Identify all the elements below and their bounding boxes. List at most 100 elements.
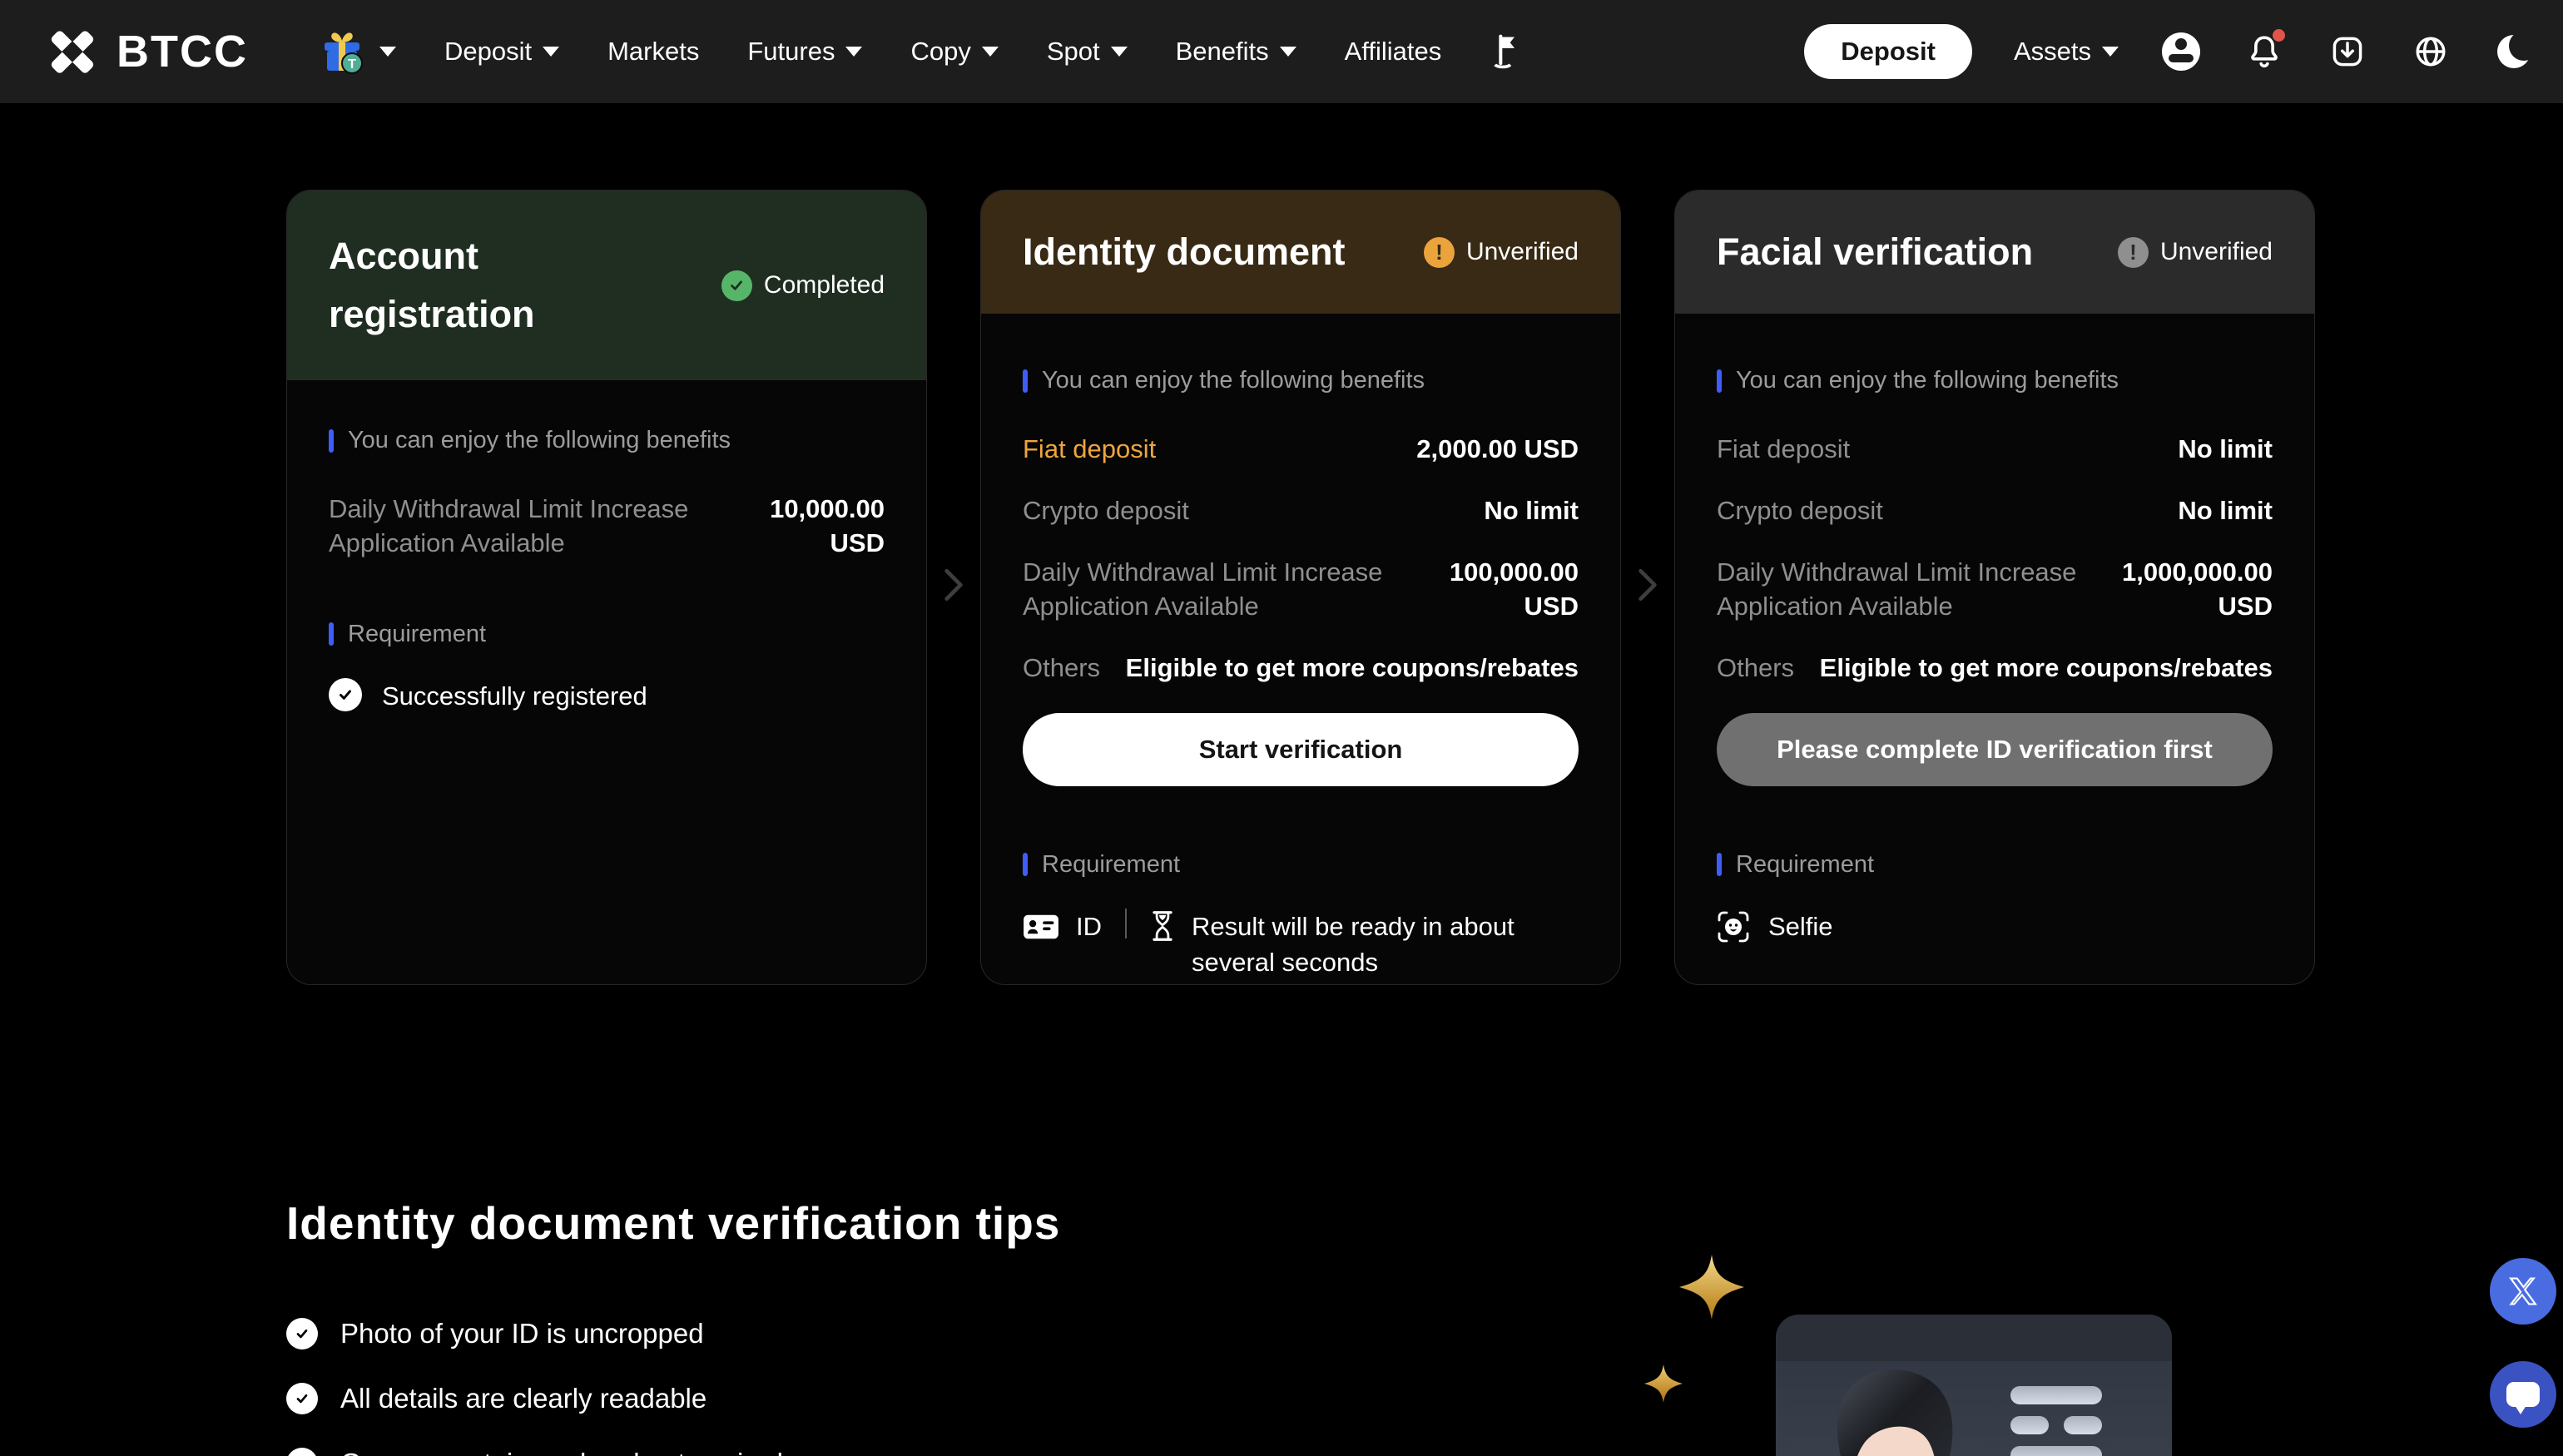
btcc-logo[interactable]: BTCC [47, 26, 248, 77]
nav-item-futures[interactable]: Futures [747, 37, 862, 67]
language-button[interactable] [2410, 31, 2451, 72]
caret-down-icon [845, 47, 862, 57]
chat-support-button[interactable] [2490, 1361, 2556, 1428]
benefit-value: Eligible to get more coupons/rebates [1115, 651, 1579, 686]
sparkle-icon [1644, 1364, 1683, 1403]
tip-text: Photo of your ID is uncropped [340, 1318, 704, 1350]
check-circle-icon [286, 1383, 318, 1414]
assets-menu[interactable]: Assets [2014, 37, 2119, 67]
nav-item-copy[interactable]: Copy [910, 37, 998, 67]
requirement-label-text: Requirement [348, 621, 486, 648]
benefit-label: Crypto deposit [1717, 494, 1883, 528]
card-identity-document: Identity document ! Unverified You can e… [980, 190, 1621, 985]
benefits-label-text: You can enjoy the following benefits [1042, 367, 1425, 394]
tip-text: All details are clearly readable [340, 1383, 706, 1414]
benefits-section-label: You can enjoy the following benefits [1717, 367, 2273, 394]
requirement-label-text: Requirement [1736, 851, 1874, 879]
benefit-label: Others [1717, 651, 1794, 686]
profile-icon [2162, 32, 2200, 71]
check-circle-icon [286, 1448, 318, 1456]
benefit-value: Eligible to get more coupons/rebates [1809, 651, 2273, 686]
nav-item-label: Futures [747, 37, 835, 67]
card-body: You can enjoy the following benefits Fia… [1675, 367, 2314, 944]
id-text-line [2064, 1416, 2102, 1434]
accent-bar [1717, 853, 1722, 876]
milestone-flag-icon[interactable] [1490, 32, 1523, 71]
benefit-label: Crypto deposit [1023, 494, 1189, 528]
caret-down-icon [379, 47, 396, 57]
nav-item-deposit[interactable]: Deposit [444, 37, 559, 67]
status-label: Unverified [2160, 238, 2273, 266]
benefits-label-text: You can enjoy the following benefits [348, 427, 731, 454]
nav-item-markets[interactable]: Markets [607, 37, 699, 67]
nav-left-group: BTCC T Deposit Markets [47, 26, 1804, 77]
check-circle-icon [329, 678, 362, 711]
sparkle-icon [1679, 1255, 1744, 1320]
download-app-button[interactable] [2327, 31, 2368, 72]
complete-id-first-button[interactable]: Please complete ID verification first [1717, 713, 2273, 786]
top-nav-bar: BTCC T Deposit Markets [0, 0, 2563, 103]
requirement-text: Successfully registered [382, 678, 647, 714]
card-header: Identity document ! Unverified [981, 191, 1620, 314]
benefit-row: Others Eligible to get more coupons/reba… [1717, 651, 2273, 686]
benefit-value: 2,000.00 USD [1171, 433, 1579, 467]
chevron-right-icon[interactable] [1637, 566, 1658, 604]
card-account-registration: Account registration Completed You can e… [286, 190, 927, 985]
nav-item-label: Copy [910, 37, 970, 67]
btcc-x-logo-icon [47, 26, 98, 77]
benefit-label: Fiat deposit [1717, 433, 1850, 467]
neutral-exclamation-icon: ! [2118, 237, 2149, 268]
promo-gift-menu[interactable]: T [318, 27, 396, 76]
accent-bar [1023, 853, 1028, 876]
check-circle-icon [286, 1318, 318, 1350]
svg-text:T: T [348, 57, 356, 72]
brand-name: BTCC [116, 26, 248, 77]
tip-text: Government–issued and not expired [340, 1448, 783, 1456]
status-badge: ! Unverified [1424, 237, 1579, 268]
benefit-value: No limit [1204, 494, 1579, 528]
x-social-button[interactable] [2490, 1258, 2556, 1325]
benefits-list: Fiat deposit 2,000.00 USD Crypto deposit… [1023, 433, 1579, 686]
tips-list: Photo of your ID is uncropped All detail… [286, 1318, 1060, 1456]
card-header: Account registration Completed [287, 191, 926, 380]
benefit-label: Daily Withdrawal Limit Increase Applicat… [1023, 556, 1407, 624]
start-verification-button[interactable]: Start verification [1023, 713, 1579, 786]
nav-item-spot[interactable]: Spot [1047, 37, 1128, 67]
caret-down-icon [2102, 47, 2119, 57]
id-text-line [2010, 1416, 2049, 1434]
status-badge: ! Unverified [2118, 237, 2273, 268]
status-label: Unverified [1466, 238, 1579, 266]
benefit-label: Daily Withdrawal Limit Increase Applicat… [1717, 556, 2101, 624]
benefits-list: Daily Withdrawal Limit Increase Applicat… [329, 493, 885, 561]
card-gap [1621, 190, 1674, 985]
caret-down-icon [1280, 47, 1296, 57]
benefit-label: Others [1023, 651, 1100, 686]
notification-dot [2273, 29, 2285, 42]
benefits-section-label: You can enjoy the following benefits [1023, 367, 1579, 394]
profile-button[interactable] [2160, 31, 2202, 72]
selfie-face-icon [1717, 910, 1750, 943]
nav-item-label: Affiliates [1345, 37, 1442, 67]
requirement-text: Selfie [1768, 909, 1833, 944]
nav-item-label: Deposit [444, 37, 532, 67]
dark-mode-toggle[interactable] [2493, 31, 2535, 72]
benefit-value: No limit [1898, 494, 2273, 528]
requirement-row: Selfie [1717, 909, 2273, 944]
nav-item-affiliates[interactable]: Affiliates [1345, 37, 1442, 67]
assets-label: Assets [2014, 37, 2091, 67]
chevron-right-icon[interactable] [943, 566, 964, 604]
nav-item-label: Benefits [1176, 37, 1269, 67]
caret-down-icon [982, 47, 999, 57]
card-header: Facial verification ! Unverified [1675, 191, 2314, 314]
benefit-row: Others Eligible to get more coupons/reba… [1023, 651, 1579, 686]
verification-cards-row: Account registration Completed You can e… [286, 190, 2315, 985]
benefit-row: Daily Withdrawal Limit Increase Applicat… [1023, 556, 1579, 624]
notifications-button[interactable] [2243, 31, 2285, 72]
nav-item-benefits[interactable]: Benefits [1176, 37, 1296, 67]
accent-bar [329, 429, 334, 453]
benefit-label: Fiat deposit [1023, 433, 1156, 467]
deposit-button[interactable]: Deposit [1804, 24, 1972, 79]
benefits-label-text: You can enjoy the following benefits [1736, 367, 2119, 394]
card-title: Account registration [329, 227, 687, 344]
benefit-row: Daily Withdrawal Limit Increase Applicat… [1717, 556, 2273, 624]
